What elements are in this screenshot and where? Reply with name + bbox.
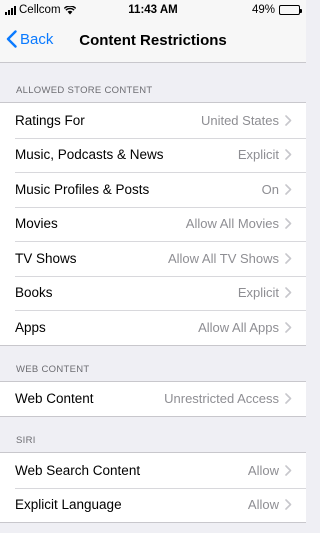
row-label: Web Search Content	[15, 462, 141, 478]
row-value: United States	[200, 112, 279, 128]
row-label: Music Profiles & Posts	[15, 181, 150, 197]
settings-row[interactable]: Explicit Language Allow	[0, 487, 306, 523]
settings-row[interactable]: TV Shows Allow All TV Shows	[0, 241, 306, 276]
disclosure-chevron-icon	[285, 321, 292, 333]
disclosure-chevron-icon	[285, 499, 292, 511]
row-label: Books	[15, 285, 53, 301]
disclosure-chevron-icon	[285, 464, 292, 476]
settings-row[interactable]: Web Content Unrestricted Access	[0, 382, 306, 417]
settings-row[interactable]: Music Profiles & Posts On	[0, 172, 306, 207]
row-label: Web Content	[15, 391, 94, 407]
row-label: Ratings For	[15, 112, 85, 128]
settings-row[interactable]: Books Explicit	[0, 275, 306, 311]
disclosure-chevron-icon	[285, 393, 292, 405]
disclosure-chevron-icon	[285, 252, 292, 264]
disclosure-chevron-icon	[285, 114, 292, 126]
disclosure-chevron-icon	[285, 218, 292, 230]
status-bar: Cellcom 11:43 AM 49%	[0, 0, 306, 20]
row-label: Explicit Language	[15, 497, 122, 513]
row-value: Allow	[247, 462, 279, 478]
row-value: Explicit	[237, 285, 279, 301]
battery-percent: 49%	[251, 4, 275, 16]
row-label: Movies	[15, 216, 58, 232]
status-bar-right: 49%	[251, 4, 302, 16]
disclosure-chevron-icon	[285, 149, 292, 161]
row-label: Apps	[15, 319, 46, 335]
row-value: Allow All Movies	[185, 216, 279, 232]
row-value: Allow	[247, 497, 279, 513]
row-value: Explicit	[237, 147, 279, 163]
row-label: Music, Podcasts & News	[15, 147, 164, 163]
settings-list: ALLOWED STORE CONTENT Ratings For United S…	[0, 63, 306, 523]
settings-row[interactable]: Movies Allow All Movies	[0, 206, 306, 242]
section-header: WEB CONTENT	[16, 363, 90, 375]
settings-row[interactable]: Web Search Content Allow	[0, 453, 306, 488]
row-value: On	[261, 181, 279, 197]
row-label: TV Shows	[15, 250, 77, 266]
section-group: Web Content Unrestricted Access	[0, 380, 306, 417]
battery-icon	[279, 5, 302, 15]
settings-row[interactable]: Music, Podcasts & News Explicit	[0, 137, 306, 173]
row-value: Allow All Apps	[198, 319, 279, 335]
navigation-bar: Back Content Restrictions	[0, 20, 306, 63]
settings-row[interactable]: Ratings For United States	[0, 103, 306, 138]
section-header: SIRI	[16, 435, 36, 446]
section-group: Ratings For United States Music, Podcasts …	[0, 102, 306, 346]
row-value: Unrestricted Access	[164, 391, 279, 407]
section-group: Web Search Content Allow Explicit Language…	[0, 452, 306, 523]
disclosure-chevron-icon	[285, 183, 292, 195]
disclosure-chevron-icon	[285, 287, 292, 299]
row-value: Allow All TV Shows	[167, 250, 279, 266]
section-header: ALLOWED STORE CONTENT	[16, 85, 153, 96]
page-title: Content Restrictions	[79, 32, 227, 49]
settings-row[interactable]: Apps Allow All Apps	[0, 310, 306, 345]
